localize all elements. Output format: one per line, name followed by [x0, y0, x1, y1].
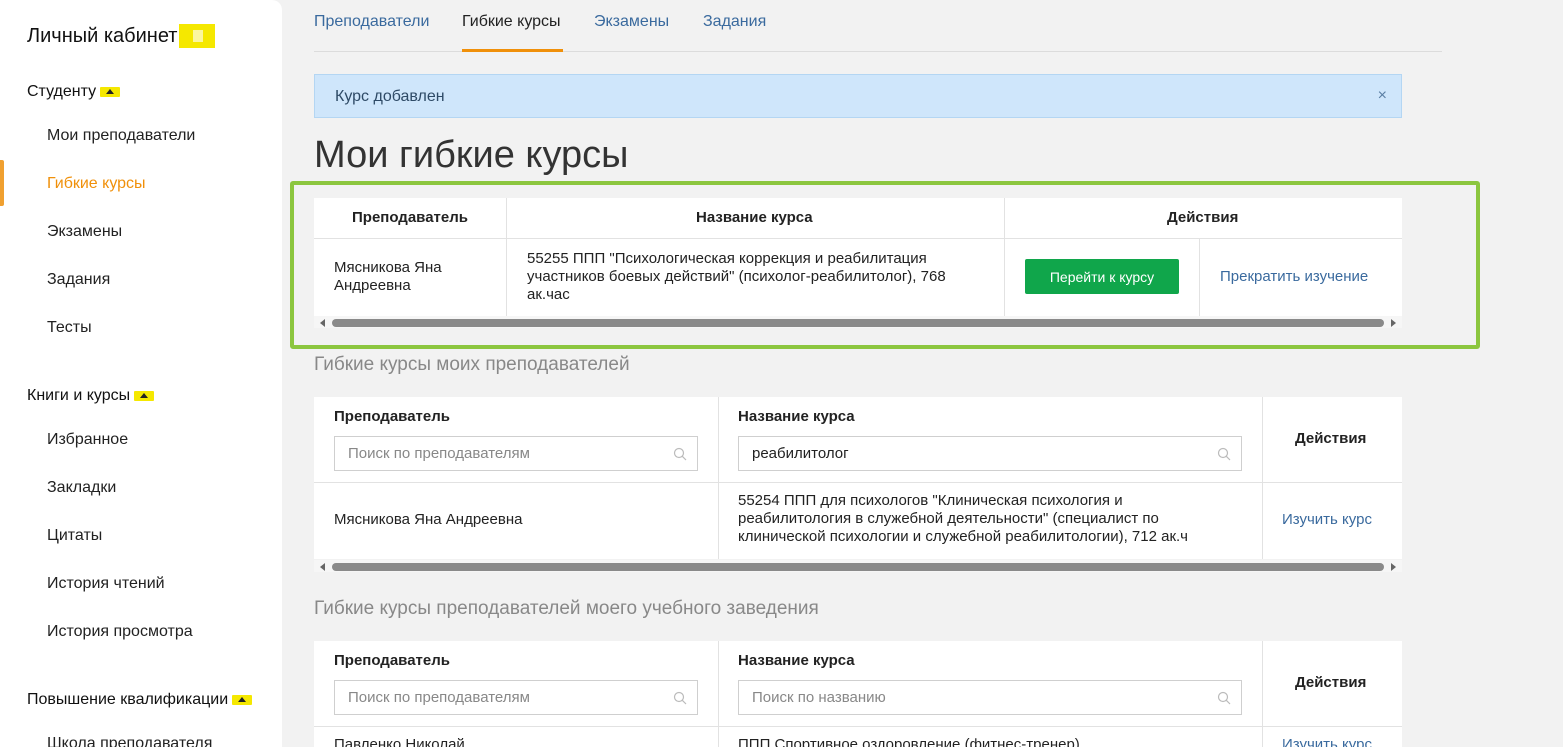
header-actions: Действия	[1295, 674, 1367, 691]
teacher-name: Павленко Николай	[334, 736, 465, 747]
course-search-input[interactable]: реабилитолог	[738, 436, 1242, 471]
collapse-arrow-icon	[232, 695, 253, 705]
sidebar-item-exams[interactable]: Экзамены	[47, 223, 122, 241]
header-actions: Действия	[1295, 430, 1367, 447]
teacher-name: Мясникова Яна Андреевна	[334, 511, 523, 528]
collapse-arrow-icon	[100, 87, 121, 97]
scroll-left-icon[interactable]	[320, 563, 325, 571]
horizontal-scrollbar[interactable]	[314, 560, 1402, 572]
study-course-link[interactable]: Изучить курс	[1282, 511, 1372, 529]
success-alert: Курс добавлен ×	[314, 74, 1402, 118]
sidebar-section-student[interactable]: Студенту	[27, 83, 121, 101]
teachers-courses-title: Гибкие курсы моих преподавателей	[314, 354, 630, 375]
tab-exams[interactable]: Экзамены	[594, 13, 669, 31]
school-courses-title: Гибкие курсы преподавателей моего учебно…	[314, 598, 819, 619]
tab-teachers[interactable]: Преподаватели	[314, 13, 429, 31]
sidebar: Личный кабинет Студенту Мои преподавател…	[0, 0, 282, 747]
sidebar-section-label: Книги и курсы	[27, 387, 131, 404]
header-teacher: Преподаватель	[334, 652, 450, 669]
active-tab-underline	[462, 49, 563, 52]
sidebar-section-label: Студенту	[27, 83, 97, 100]
teacher-search-placeholder: Поиск по преподавателям	[348, 445, 530, 462]
course-name-line2: реабилитология в служебной деятельности"…	[738, 510, 1159, 527]
sidebar-section-books[interactable]: Книги и курсы	[27, 387, 155, 405]
course-name-line1: 55254 ППП для психологов "Клиническая пс…	[738, 492, 1123, 509]
logo-icon	[179, 24, 216, 48]
header-course: Название курса	[738, 408, 855, 425]
sidebar-item-my-teachers[interactable]: Мои преподаватели	[47, 127, 195, 145]
alert-text: Курс добавлен	[335, 88, 445, 105]
header-course: Название курса	[738, 652, 855, 669]
sidebar-item-tests[interactable]: Тесты	[47, 319, 92, 337]
course-name-line3: клинической психологии и служебной реаби…	[738, 528, 1188, 545]
teacher-search-input[interactable]: Поиск по преподавателям	[334, 680, 698, 715]
highlight-frame	[290, 181, 1480, 349]
sidebar-title-text: Личный кабинет	[27, 24, 178, 47]
teacher-search-placeholder: Поиск по преподавателям	[348, 689, 530, 706]
sidebar-item-reading-history[interactable]: История чтений	[47, 575, 165, 593]
search-icon	[1217, 691, 1231, 705]
course-search-input[interactable]: Поиск по названию	[738, 680, 1242, 715]
active-indicator	[0, 160, 4, 206]
page-title: Мои гибкие курсы	[314, 134, 629, 176]
tab-tasks[interactable]: Задания	[703, 13, 766, 31]
sidebar-title[interactable]: Личный кабинет	[27, 24, 216, 48]
course-search-placeholder: Поиск по названию	[752, 689, 886, 706]
tab-flex-courses[interactable]: Гибкие курсы	[462, 13, 561, 31]
sidebar-item-bookmarks[interactable]: Закладки	[47, 479, 116, 497]
sidebar-item-favorites[interactable]: Избранное	[47, 431, 128, 449]
close-icon[interactable]: ×	[1378, 87, 1387, 105]
school-courses-table: Преподаватель Название курса Действия По…	[314, 641, 1402, 747]
search-icon	[1217, 447, 1231, 461]
sidebar-section-label: Повышение квалификации	[27, 691, 229, 708]
sidebar-section-qualification[interactable]: Повышение квалификации	[27, 691, 253, 709]
search-icon	[673, 447, 687, 461]
course-search-value: реабилитолог	[752, 445, 849, 462]
course-name: ППП Спортивное оздоровление (фитнес-трен…	[738, 736, 1080, 747]
header-teacher: Преподаватель	[334, 408, 450, 425]
collapse-arrow-icon	[134, 391, 155, 401]
teachers-courses-table: Преподаватель Название курса Действия По…	[314, 397, 1402, 559]
search-icon	[673, 691, 687, 705]
sidebar-item-teacher-school[interactable]: Школа преподавателя	[47, 735, 212, 747]
sidebar-item-tasks[interactable]: Задания	[47, 271, 110, 289]
study-course-link[interactable]: Изучить курс	[1282, 736, 1372, 747]
top-tabs: Преподаватели Гибкие курсы Экзамены Зада…	[314, 0, 1442, 52]
scroll-right-icon[interactable]	[1391, 563, 1396, 571]
sidebar-item-view-history[interactable]: История просмотра	[47, 623, 193, 641]
teacher-search-input[interactable]: Поиск по преподавателям	[334, 436, 698, 471]
sidebar-item-quotes[interactable]: Цитаты	[47, 527, 102, 545]
sidebar-item-flex-courses[interactable]: Гибкие курсы	[47, 175, 146, 193]
scrollbar-thumb[interactable]	[332, 563, 1384, 571]
